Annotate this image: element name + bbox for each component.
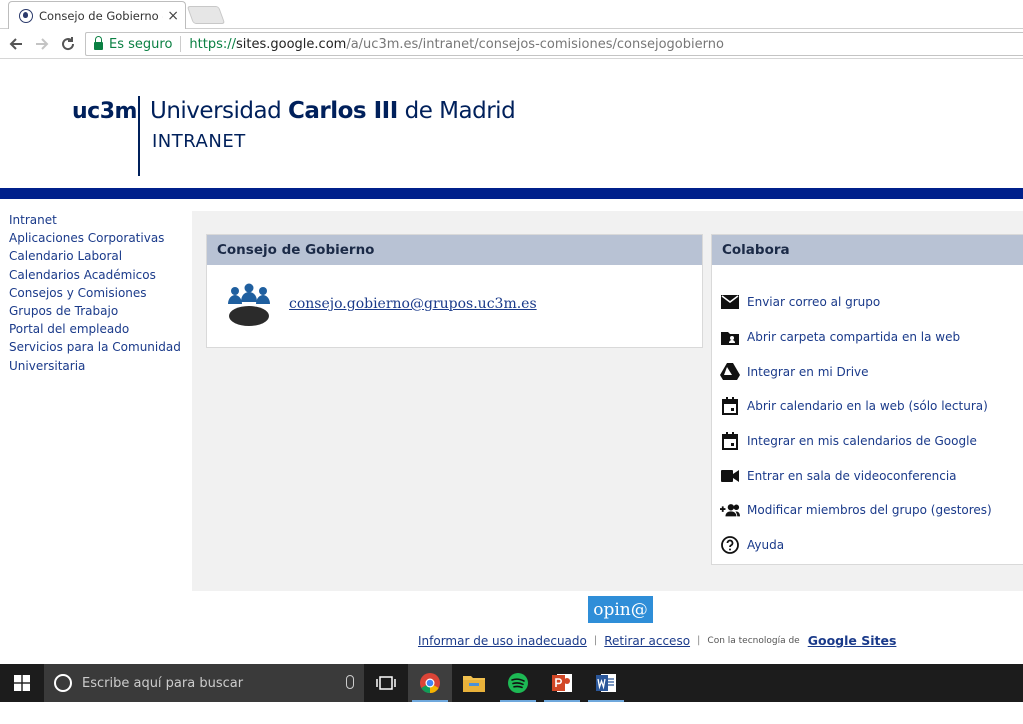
sidebar-item-intranet[interactable]: Intranet (9, 211, 184, 229)
word-icon[interactable] (584, 664, 628, 702)
sidebar-item-aplicaciones[interactable]: Aplicaciones Corporativas (9, 229, 184, 247)
logo-uc3m[interactable]: uc3m (72, 99, 137, 124)
people-group-icon (225, 282, 273, 326)
colabora-item-members[interactable]: Modificar miembros del grupo (gestores) (712, 493, 1023, 528)
shared-folder-icon (720, 327, 740, 347)
colabora-item-help[interactable]: Ayuda (712, 528, 1023, 563)
browser-tab-strip: Consejo de Gobierno - In × (0, 0, 1023, 29)
forward-arrow-icon[interactable] (29, 31, 55, 57)
chrome-taskbar-icon[interactable] (408, 664, 452, 702)
intranet-label: INTRANET (152, 131, 246, 152)
calendar-add-icon (720, 431, 740, 451)
group-row: consejo.gobierno@grupos.uc3m.es (207, 265, 702, 326)
sidebar-item-consejos[interactable]: Consejos y Comisiones (9, 284, 184, 302)
help-icon (720, 535, 740, 555)
browser-toolbar: Es seguro https://sites.google.com/a/uc3… (0, 29, 1023, 59)
divider (180, 36, 182, 52)
footer-links: Informar de uso inadecuado | Retirar acc… (418, 633, 896, 648)
university-name[interactable]: Universidad Carlos III de Madrid (150, 98, 516, 124)
google-sites-link[interactable]: Google Sites (808, 633, 897, 648)
browser-tab[interactable]: Consejo de Gobierno - In × (8, 1, 186, 29)
sidebar-item-portal-empleado[interactable]: Portal del empleado (9, 320, 184, 338)
logo-divider (138, 96, 140, 176)
sidebar-item-grupos[interactable]: Grupos de Trabajo (9, 302, 184, 320)
secure-label: Es seguro (109, 36, 173, 52)
bottom-strip (0, 702, 1023, 724)
colabora-panel: Colabora Enviar correo al grupo Abrir ca… (711, 234, 1023, 565)
microphone-icon[interactable] (346, 675, 354, 689)
university-name-post: de Madrid (397, 98, 516, 124)
drive-icon (720, 362, 740, 382)
colabora-item-calendar-google[interactable]: Integrar en mis calendarios de Google (712, 424, 1023, 459)
taskbar-search-placeholder: Escribe aquí para buscar (82, 675, 244, 691)
url-host: sites.google.com (236, 36, 347, 52)
university-name-bold: Carlos III (288, 98, 398, 124)
lock-icon (94, 35, 103, 50)
footer-divider: | (697, 635, 701, 646)
task-view-icon[interactable] (364, 664, 408, 702)
reload-icon[interactable] (55, 31, 81, 57)
footer-divider: | (593, 635, 598, 646)
university-name-pre: Universidad (150, 98, 288, 124)
colabora-item-drive[interactable]: Integrar en mi Drive (712, 354, 1023, 389)
group-panel: Consejo de Gobierno consejo.gobierno@gru… (206, 234, 703, 348)
colabora-item-email[interactable]: Enviar correo al grupo (712, 285, 1023, 320)
colabora-item-label: Abrir carpeta compartida en la web (747, 330, 961, 345)
sidebar-item-servicios[interactable]: Servicios para la Comunidad Universitari… (9, 338, 184, 374)
colabora-item-label: Integrar en mi Drive (747, 364, 869, 379)
url-path: /a/uc3m.es/intranet/consejos-comisiones/… (346, 36, 724, 52)
taskbar-search[interactable]: Escribe aquí para buscar (44, 664, 364, 702)
colabora-item-label: Modificar miembros del grupo (gestores) (747, 503, 992, 518)
new-tab-button[interactable] (186, 6, 226, 24)
spotify-icon[interactable] (496, 664, 540, 702)
sidebar-item-calendario-laboral[interactable]: Calendario Laboral (9, 247, 184, 265)
video-icon (720, 466, 740, 486)
calendar-icon (720, 396, 740, 416)
cortana-icon (54, 674, 72, 692)
opina-button[interactable]: opin@ (588, 596, 653, 623)
colabora-item-label: Enviar correo al grupo (747, 295, 881, 310)
colabora-item-folder[interactable]: Abrir carpeta compartida en la web (712, 320, 1023, 355)
remove-access-link[interactable]: Retirar acceso (604, 634, 690, 648)
mail-icon (720, 292, 740, 312)
tab-title: Consejo de Gobierno - In (39, 8, 163, 23)
sidebar-nav: Intranet Aplicaciones Corporativas Calen… (0, 199, 192, 664)
colabora-panel-title: Colabora (712, 235, 1023, 265)
powered-by-label: Con la tecnología de (707, 635, 800, 646)
report-abuse-link[interactable]: Informar de uso inadecuado (418, 634, 587, 648)
url-scheme: https:// (189, 36, 237, 52)
colabora-item-label: Entrar en sala de videoconferencia (747, 468, 957, 483)
colabora-item-label: Abrir calendario en la web (sólo lectura… (747, 399, 988, 414)
address-bar[interactable]: Es seguro https://sites.google.com/a/uc3… (85, 32, 1023, 56)
group-panel-title: Consejo de Gobierno (207, 235, 702, 265)
back-arrow-icon[interactable] (3, 31, 29, 57)
file-explorer-icon[interactable] (452, 664, 496, 702)
main-content: Consejo de Gobierno consejo.gobierno@gru… (192, 211, 1023, 591)
colabora-item-calendar-web[interactable]: Abrir calendario en la web (sólo lectura… (712, 389, 1023, 424)
sidebar-item-calendarios-academicos[interactable]: Calendarios Académicos (9, 266, 184, 284)
tab-close-icon[interactable]: × (167, 8, 179, 24)
header-band (0, 188, 1023, 199)
windows-start-icon[interactable] (0, 664, 44, 702)
taskbar: Escribe aquí para buscar (0, 664, 1023, 702)
powerpoint-icon[interactable] (540, 664, 584, 702)
site-header: uc3m Universidad Carlos III de Madrid IN… (0, 59, 1023, 188)
site-favicon-icon (19, 8, 33, 23)
group-email-link[interactable]: consejo.gobierno@grupos.uc3m.es (289, 296, 537, 312)
colabora-item-label: Integrar en mis calendarios de Google (747, 434, 977, 449)
colabora-item-video[interactable]: Entrar en sala de videoconferencia (712, 458, 1023, 493)
add-user-icon (720, 500, 740, 520)
colabora-item-label: Ayuda (747, 538, 785, 553)
colabora-list: Enviar correo al grupo Abrir carpeta com… (712, 265, 1023, 563)
